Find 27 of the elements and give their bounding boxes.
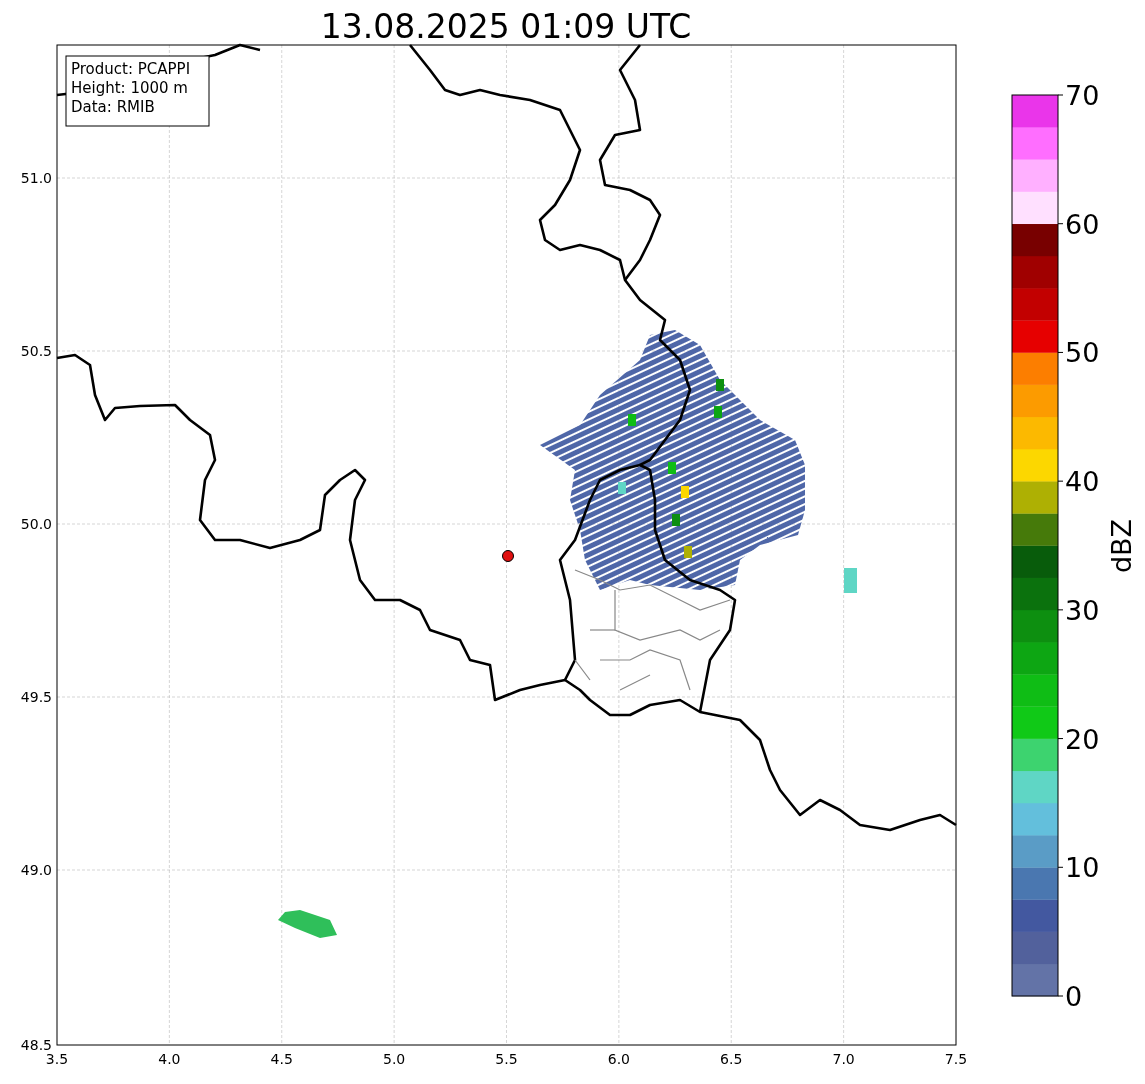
longitude-label: 6.0 bbox=[607, 1051, 630, 1067]
chart-title: 13.08.2025 01:09 UTC bbox=[320, 7, 692, 46]
colorbar-tick-label: 60 bbox=[1065, 208, 1100, 240]
latitude-label: 51.0 bbox=[20, 170, 52, 186]
longitude-label: 3.5 bbox=[45, 1051, 69, 1067]
latitude-label: 49.5 bbox=[20, 689, 52, 705]
colorbar-tick-label: 40 bbox=[1065, 466, 1100, 498]
longitude-label: 7.5 bbox=[944, 1051, 968, 1067]
colorbar-tick-label: 10 bbox=[1065, 852, 1100, 884]
latitude-label: 50.5 bbox=[20, 343, 52, 359]
radar-site-marker bbox=[502, 550, 514, 562]
colorbar-tick-label: 70 bbox=[1065, 80, 1100, 111]
longitude-label: 4.0 bbox=[158, 1051, 181, 1067]
colorbar-tick-label: 0 bbox=[1065, 981, 1083, 1012]
longitude-label: 5.0 bbox=[383, 1051, 406, 1067]
latitude-label: 48.5 bbox=[20, 1037, 52, 1053]
colorbar-tick-label: 50 bbox=[1065, 337, 1100, 369]
longitude-label: 4.5 bbox=[270, 1051, 293, 1067]
longitude-label: 7.0 bbox=[832, 1051, 855, 1067]
latitude-label: 50.0 bbox=[20, 516, 52, 532]
latitude-label: 49.0 bbox=[20, 862, 52, 878]
annotation-label: Product: PCAPPI Height: 1000 m Data: RMIB bbox=[65, 55, 210, 127]
colorbar-tick-label: 20 bbox=[1065, 723, 1100, 755]
colorbar-tick-label: 30 bbox=[1065, 594, 1100, 626]
longitude-label: 6.5 bbox=[720, 1051, 743, 1067]
longitude-label: 5.5 bbox=[495, 1051, 518, 1067]
colorbar-label: dBZ bbox=[1106, 518, 1137, 574]
